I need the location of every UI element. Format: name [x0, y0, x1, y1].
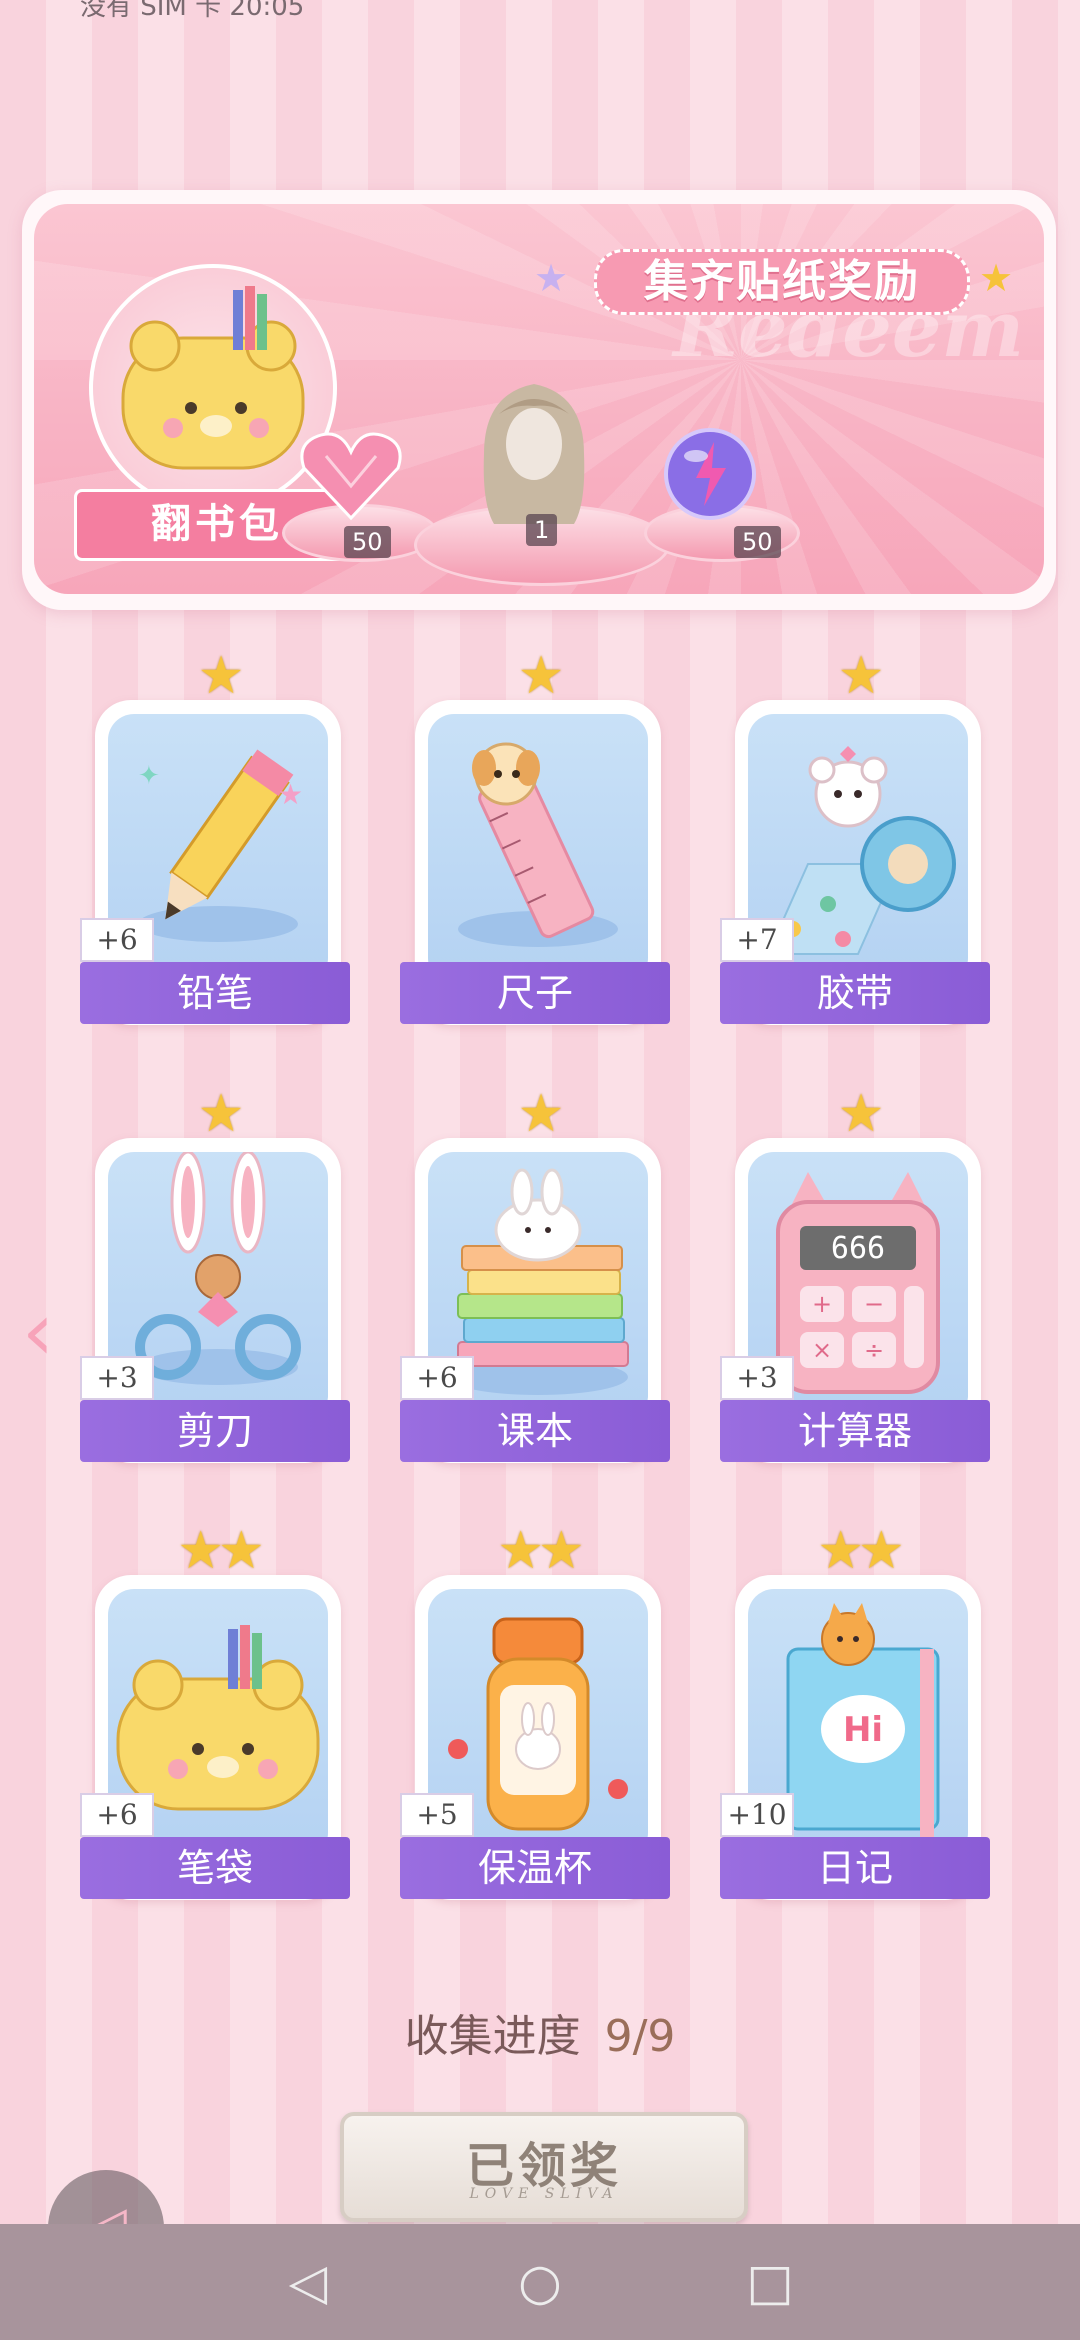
sticker-card-tape[interactable]: ★ +7 胶带 — [720, 646, 990, 1025]
rating-stars: ★★ — [177, 1521, 264, 1581]
svg-text:★: ★ — [278, 778, 303, 811]
svg-text:✦: ✦ — [138, 761, 160, 791]
sticker-label: 剪刀 — [80, 1400, 350, 1462]
rating-stars: ★★ — [817, 1521, 904, 1581]
back-nav-icon[interactable]: ◁ — [278, 2252, 338, 2312]
rating-stars: ★ — [197, 646, 245, 706]
previous-page-arrow-icon[interactable]: ‹ — [22, 1285, 54, 1378]
claimed-button-subtitle: LOVE SLIVA — [469, 2186, 619, 2202]
rating-stars: ★ — [517, 1084, 565, 1144]
svg-text:−: − — [864, 1290, 884, 1318]
home-nav-icon[interactable]: ○ — [510, 2252, 570, 2312]
hairstyle-icon — [483, 384, 585, 524]
progress-value: 9/9 — [604, 2011, 676, 2062]
status-bar: 没有 SIM 卡 20:05 — [0, 0, 1080, 22]
sticker-card-scissors[interactable]: ★ +3 剪刀 — [80, 1084, 350, 1463]
sticker-card-pencil[interactable]: ★ ✦ ★ +6 铅笔 — [80, 646, 350, 1025]
bonus-badge: +10 — [720, 1793, 794, 1837]
status-text: 没有 SIM 卡 20:05 — [80, 0, 305, 22]
bonus-badge: +5 — [400, 1793, 474, 1837]
rating-stars: ★★ — [497, 1521, 584, 1581]
svg-text:×: × — [812, 1336, 832, 1364]
ruler-icon — [458, 742, 618, 947]
purple-star-icon: ★ — [534, 256, 569, 300]
pink-heart-gem-icon — [300, 432, 402, 521]
rating-stars: ★ — [197, 1084, 245, 1144]
reward-banner: Redeem ★ ★ 集齐贴纸奖励 翻书包 50 1 50 — [22, 190, 1056, 610]
reward-count: 50 — [344, 526, 391, 558]
banner-title: 集齐贴纸奖励 — [594, 249, 970, 315]
sticker-card-thermos[interactable]: ★★ +5 保温杯 — [400, 1521, 670, 1900]
rating-stars: ★ — [517, 646, 565, 706]
sticker-label: 铅笔 — [80, 962, 350, 1024]
calculator-display: 666 — [831, 1231, 885, 1266]
sticker-label: 保温杯 — [400, 1837, 670, 1899]
bonus-badge: +3 — [80, 1356, 154, 1400]
card-art — [428, 714, 648, 984]
sticker-label: 胶带 — [720, 962, 990, 1024]
rating-stars: ★ — [837, 1084, 885, 1144]
sticker-card-diary[interactable]: ★★ Hi +10 日记 — [720, 1521, 990, 1900]
sticker-card-ruler[interactable]: ★ 尺子 — [400, 646, 670, 1025]
bonus-badge: +6 — [80, 1793, 154, 1837]
navigation-bar: ◁ ○ □ — [0, 2224, 1080, 2340]
svg-text:+: + — [812, 1290, 832, 1318]
banner-background: Redeem ★ ★ 集齐贴纸奖励 翻书包 50 1 50 — [34, 204, 1044, 594]
recents-nav-icon[interactable]: □ — [740, 2252, 800, 2312]
claimed-button[interactable]: 已领奖 LOVE SLIVA — [340, 2112, 748, 2222]
sticker-card-textbook[interactable]: ★ +6 课本 — [400, 1084, 670, 1463]
sticker-label: 课本 — [400, 1400, 670, 1462]
progress-label: 收集进度 — [404, 2011, 581, 2062]
bonus-badge: +6 — [400, 1356, 474, 1400]
sticker-label: 尺子 — [400, 962, 670, 1024]
sticker-label: 计算器 — [720, 1400, 990, 1462]
sticker-label: 笔袋 — [80, 1837, 350, 1899]
reward-count: 50 — [734, 526, 781, 558]
bonus-badge: +7 — [720, 918, 794, 962]
bonus-badge: +3 — [720, 1356, 794, 1400]
gold-star-icon: ★ — [979, 256, 1014, 300]
rating-stars: ★ — [837, 646, 885, 706]
diary-text: Hi — [843, 1710, 883, 1750]
svg-text:÷: ÷ — [864, 1336, 884, 1364]
reward-count: 1 — [526, 514, 558, 546]
sticker-card-pencil-case[interactable]: ★★ +6 笔袋 — [80, 1521, 350, 1900]
energy-orb-icon — [664, 428, 756, 520]
sticker-label: 日记 — [720, 1837, 990, 1899]
collection-progress: 收集进度 9/9 — [0, 2000, 1080, 2064]
bonus-badge: +6 — [80, 918, 154, 962]
sticker-card-calculator[interactable]: ★ 666 + − × ÷ +3 计算器 — [720, 1084, 990, 1463]
